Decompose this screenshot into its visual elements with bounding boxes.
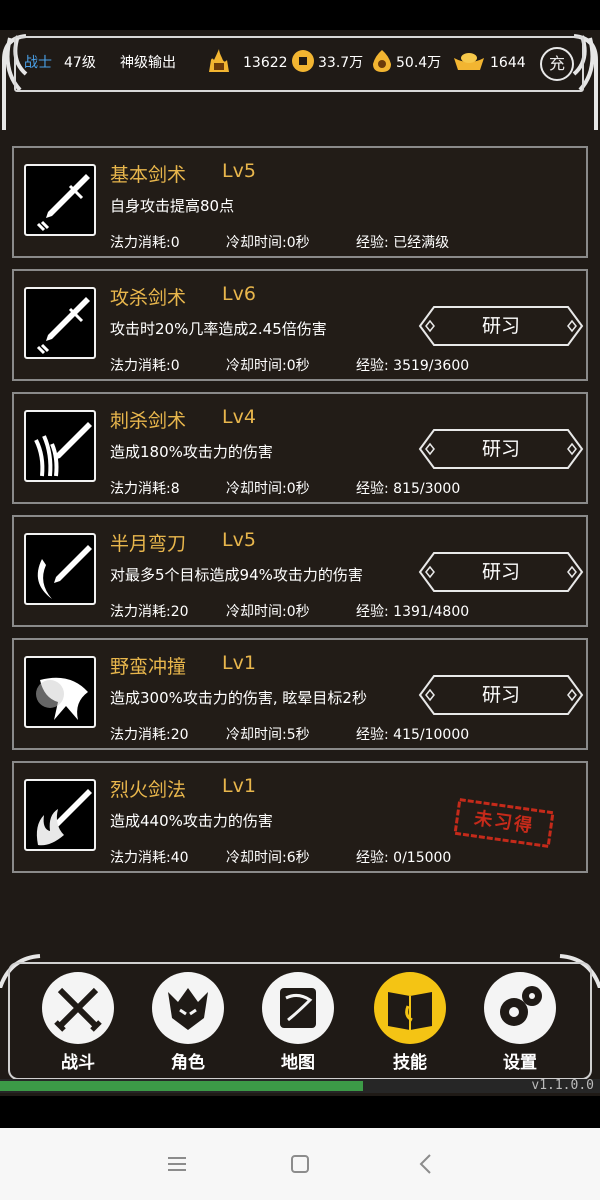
recharge-button[interactable]: 充 <box>540 47 574 81</box>
skill-cooldown: 冷却时间:0秒 <box>226 481 310 497</box>
study-button-label: 研习 <box>481 561 520 583</box>
fire-sword-icon <box>24 779 96 851</box>
thrust-sword-icon <box>24 410 96 482</box>
study-button[interactable]: 研习 <box>418 428 584 470</box>
home-icon[interactable] <box>288 1152 312 1176</box>
nav-item[interactable]: 战斗 <box>38 972 118 1073</box>
skill-level: Lv5 <box>222 529 256 551</box>
skill-mana-cost: 法力消耗:0 <box>110 358 180 374</box>
combat-power-value: 13622 <box>243 55 288 71</box>
gears-icon <box>484 972 556 1044</box>
gem-value: 50.4万 <box>396 55 442 71</box>
skill-level: Lv5 <box>222 160 256 182</box>
nav-label: 技能 <box>393 1053 427 1073</box>
coin-icon <box>292 50 314 72</box>
loading-progress-fill <box>0 1081 363 1091</box>
skill-book-icon <box>374 972 446 1044</box>
skill-experience: 经验: 1391/4800 <box>356 604 470 620</box>
crescent-blade-icon <box>24 533 96 605</box>
skill-cooldown: 冷却时间:6秒 <box>226 850 310 866</box>
status-bar-area <box>0 0 600 30</box>
skill-level: Lv6 <box>222 283 256 305</box>
sword-icon <box>24 287 96 359</box>
gem-bag-icon <box>373 50 391 72</box>
skill-description: 对最多5个目标造成94%攻击力的伤害 <box>110 566 363 584</box>
system-navigation-bar <box>0 1128 600 1200</box>
nav-item[interactable]: 角色 <box>148 972 228 1073</box>
charge-icon <box>24 656 96 728</box>
skill-experience: 经验: 815/3000 <box>356 481 461 497</box>
skill-mana-cost: 法力消耗:20 <box>110 727 189 743</box>
skill-card: 野蛮冲撞 Lv1 造成300%攻击力的伤害, 眩晕目标2秒 法力消耗:20 冷却时间:5… <box>12 638 588 750</box>
player-header: 战士 47级 神级输出 13622 33.7万 50.4万 1644 充 <box>0 30 600 135</box>
skill-description: 造成300%攻击力的伤害, 眩晕目标2秒 <box>110 689 367 707</box>
class-name: 战士 <box>24 55 52 71</box>
skill-experience: 经验: 已经满级 <box>356 235 450 251</box>
study-button-label: 研习 <box>481 684 520 706</box>
sword-icon <box>24 164 96 236</box>
skill-description: 造成180%攻击力的伤害 <box>110 443 273 461</box>
skill-experience: 经验: 0/15000 <box>356 850 452 866</box>
skill-card: 攻杀剑术 Lv6 攻击时20%几率造成2.45倍伤害 法力消耗:0 冷却时间:0秒 经验:… <box>12 269 588 381</box>
skill-card: 烈火剑法 Lv1 造成440%攻击力的伤害 法力消耗:40 冷却时间:6秒 经验: 0/1… <box>12 761 588 873</box>
nav-label: 角色 <box>171 1053 205 1073</box>
skill-mana-cost: 法力消耗:20 <box>110 604 189 620</box>
version-label: v1.1.0.0 <box>531 1078 594 1093</box>
skill-card: 半月弯刀 Lv5 对最多5个目标造成94%攻击力的伤害 法力消耗:20 冷却时间:0秒 经… <box>12 515 588 627</box>
gold-value: 1644 <box>490 55 526 71</box>
skill-card: 基本剑术 Lv5 自身攻击提高80点 法力消耗:0 冷却时间:0秒 经验: 已经满级 <box>12 146 588 258</box>
skill-level: Lv1 <box>222 652 256 674</box>
skill-name: 野蛮冲撞 <box>110 656 187 678</box>
nav-label: 地图 <box>281 1053 315 1073</box>
back-icon[interactable] <box>414 1152 438 1176</box>
skill-experience: 经验: 3519/3600 <box>356 358 470 374</box>
player-title: 神级输出 <box>120 55 176 71</box>
skill-description: 自身攻击提高80点 <box>110 197 235 215</box>
gold-ingot-icon <box>454 53 484 70</box>
menu-icon[interactable] <box>165 1152 189 1176</box>
skill-card: 刺杀剑术 Lv4 造成180%攻击力的伤害 法力消耗:8 冷却时间:0秒 经验: 815/… <box>12 392 588 504</box>
game-screen: 战士 47级 神级输出 13622 33.7万 50.4万 1644 充 基本剑… <box>0 30 600 1096</box>
nav-label: 战斗 <box>61 1053 95 1073</box>
skill-cooldown: 冷却时间:0秒 <box>226 604 310 620</box>
coin-value: 33.7万 <box>318 55 364 71</box>
skill-name: 半月弯刀 <box>110 533 187 555</box>
combat-power-icon <box>209 49 229 72</box>
stamp-label: 未习得 <box>472 807 536 838</box>
skill-name: 攻杀剑术 <box>110 287 187 309</box>
study-button[interactable]: 研习 <box>418 551 584 593</box>
bottom-navigation: 战斗 角色 地图 技能 设置 <box>0 948 600 1096</box>
skill-level: Lv1 <box>222 775 256 797</box>
study-button[interactable]: 研习 <box>418 305 584 347</box>
nav-item[interactable]: 地图 <box>258 972 338 1073</box>
skill-cooldown: 冷却时间:0秒 <box>226 358 310 374</box>
skill-description: 造成440%攻击力的伤害 <box>110 812 273 830</box>
nav-item[interactable]: 技能 <box>370 972 450 1073</box>
skill-name: 刺杀剑术 <box>110 410 187 432</box>
skill-name: 烈火剑法 <box>110 779 187 801</box>
skill-mana-cost: 法力消耗:8 <box>110 481 180 497</box>
not-learned-stamp: 未习得 <box>452 796 557 850</box>
skill-description: 攻击时20%几率造成2.45倍伤害 <box>110 320 327 338</box>
skill-cooldown: 冷却时间:0秒 <box>226 235 310 251</box>
player-level: 47级 <box>64 55 96 71</box>
skill-cooldown: 冷却时间:5秒 <box>226 727 310 743</box>
study-button-label: 研习 <box>481 438 520 460</box>
study-button-label: 研习 <box>481 315 520 337</box>
loading-progress-bar <box>0 1079 600 1093</box>
skill-experience: 经验: 415/10000 <box>356 727 470 743</box>
skill-name: 基本剑术 <box>110 164 187 186</box>
crossed-swords-icon <box>42 972 114 1044</box>
helmet-icon <box>152 972 224 1044</box>
skill-mana-cost: 法力消耗:40 <box>110 850 189 866</box>
nav-label: 设置 <box>503 1053 537 1073</box>
skill-level: Lv4 <box>222 406 256 428</box>
map-scroll-icon <box>262 972 334 1044</box>
nav-item[interactable]: 设置 <box>480 972 560 1073</box>
study-button[interactable]: 研习 <box>418 674 584 716</box>
skill-mana-cost: 法力消耗:0 <box>110 235 180 251</box>
